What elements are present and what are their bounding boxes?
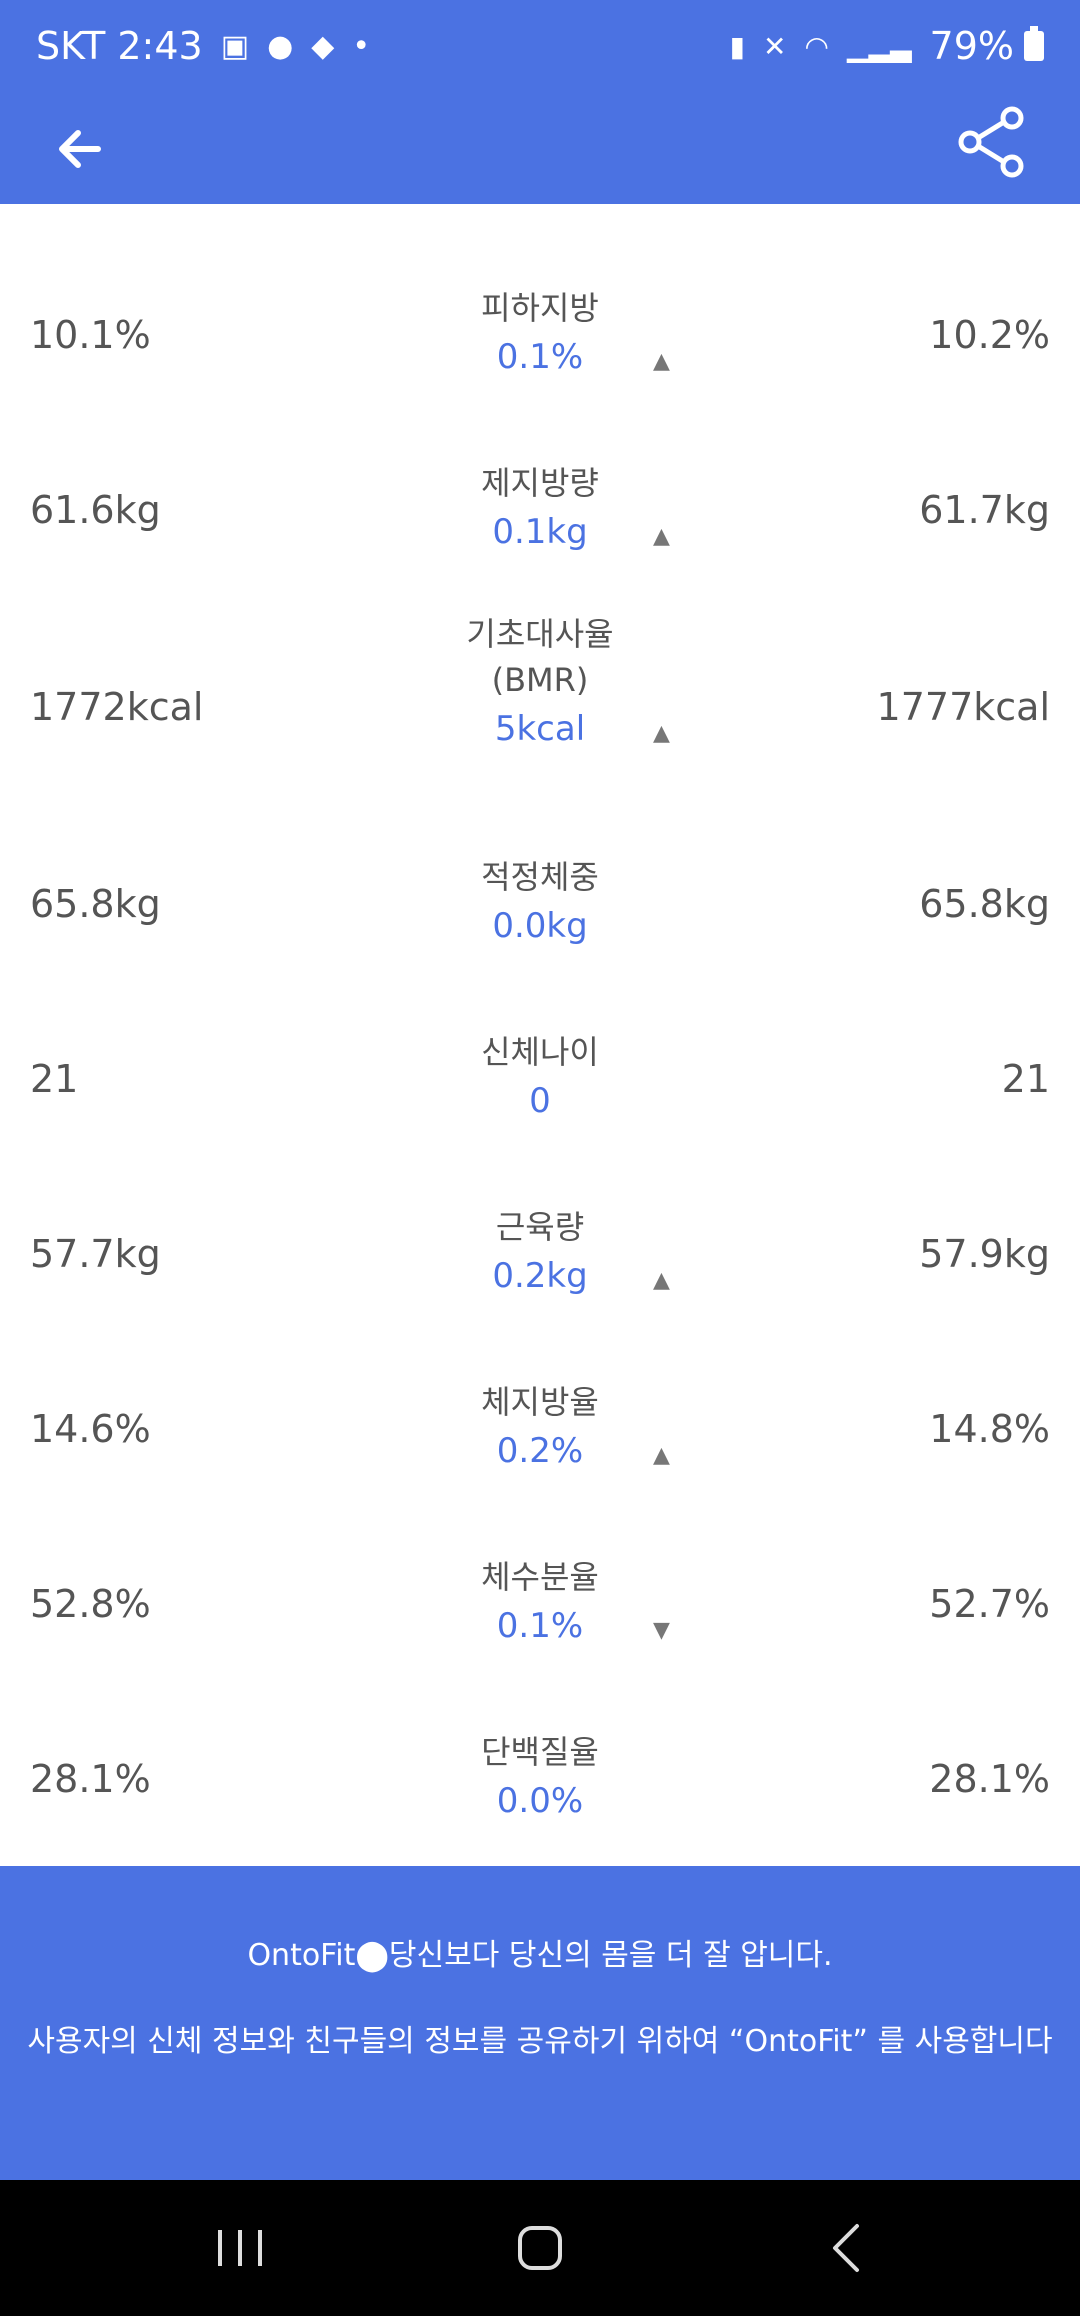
metric-label-line: 적정체중 [481,858,599,896]
arrow-left-icon [59,130,101,168]
previous-value: 65.8kg [30,882,161,926]
metric-label: 체지방율 [340,1379,740,1425]
difference-value: 0.0% [496,1781,584,1821]
dot-icon: • [352,28,371,64]
current-value: 28.1% [929,1757,1050,1801]
signal-icon: ▁▂▃ [846,29,912,63]
metric-label-line: 단백질율 [481,1733,599,1771]
chat-icon: ◆ [311,28,335,64]
status-bar: SKT 2:43 ▣ ● ◆ • ▮ ✕ ◠ ▁▂▃ 79% [0,0,1080,100]
increase-arrow-icon: ▲ [653,524,670,549]
share-button[interactable] [952,104,1032,184]
back-nav-button[interactable] [805,2216,885,2280]
navigation-bar [0,2180,1080,2316]
difference-value: 0.1% [496,1606,584,1646]
metric-label: 제지방량 [340,460,740,506]
metric-label: 피하지방 [340,285,740,331]
status-left: SKT 2:43 ▣ ● ◆ • [36,24,370,68]
footer-tagline: OntoFit⬤당신보다 당신의 몸을 더 잘 압니다. [247,1938,833,1973]
metric-label-line: 피하지방 [481,289,599,327]
current-value: 14.8% [929,1407,1050,1451]
previous-value: 10.1% [30,313,151,357]
metric-label-line: 신체나이 [481,1033,599,1071]
increase-arrow-icon: ▲ [653,1443,670,1468]
previous-value: 21 [30,1057,79,1101]
metric-label-line: 체지방율 [481,1383,599,1421]
previous-value: 14.6% [30,1407,151,1451]
status-right: ▮ ✕ ◠ ▁▂▃ 79% [730,24,1044,68]
previous-value: 1772kcal [30,685,204,729]
difference-value: 5kcal [494,709,586,749]
previous-value: 28.1% [30,1757,151,1801]
footer-banner: OntoFit⬤당신보다 당신의 몸을 더 잘 압니다. 사용자의 신체 정보와… [0,1866,1080,2180]
increase-arrow-icon: ▲ [653,721,670,746]
gallery-icon: ▣ [220,28,250,64]
increase-arrow-icon: ▲ [653,1268,670,1293]
decrease-arrow-icon: ▼ [653,1618,670,1643]
battery-icon [1024,26,1044,61]
talk-icon: ● [267,28,294,64]
increase-arrow-icon: ▲ [653,349,670,374]
home-button[interactable] [500,2216,580,2280]
metric-label: 근육량 [340,1204,740,1250]
current-value: 1777kcal [876,685,1050,729]
battery-saver-icon: ▮ [729,29,746,63]
battery-percent: 79% [929,24,1014,68]
back-icon [833,2224,859,2272]
recent-apps-icon [218,2230,262,2266]
metric-label: 체수분율 [340,1554,740,1600]
previous-value: 61.6kg [30,488,161,532]
difference-value: 0.2% [496,1431,584,1471]
previous-value: 57.7kg [30,1232,161,1276]
metric-label: 적정체중 [340,854,740,900]
current-value: 52.7% [929,1582,1050,1626]
metric-label-line: 제지방량 [481,464,599,502]
current-value: 61.7kg [919,488,1050,532]
metric-label: 기초대사율 (BMR) [340,611,740,703]
current-value: 21 [1001,1057,1050,1101]
footer-description: 사용자의 신체 정보와 친구들의 정보를 공유하기 위하여 “OntoFit” … [27,2024,1053,2059]
difference-value: 0.1kg [492,512,588,552]
wifi-icon: ◠ [804,29,829,63]
share-icon [958,106,1024,178]
difference-value: 0 [529,1081,551,1121]
metric-label: 단백질율 [340,1729,740,1775]
metric-label-line: 체수분율 [481,1558,599,1596]
metric-label-line: 근육량 [495,1208,585,1246]
recent-apps-button[interactable] [200,2216,280,2280]
carrier-time: SKT 2:43 [36,24,203,68]
difference-value: 0.2kg [492,1256,588,1296]
back-button[interactable] [48,114,118,184]
app-bar [0,100,1080,204]
metric-label-line: (BMR) [491,661,589,699]
metric-label: 신체나이 [340,1029,740,1075]
current-value: 65.8kg [919,882,1050,926]
difference-value: 0.1% [496,337,584,377]
previous-value: 52.8% [30,1582,151,1626]
current-value: 57.9kg [919,1232,1050,1276]
mute-icon: ✕ [763,29,787,63]
home-icon [518,2226,562,2270]
difference-value: 0.0kg [492,906,588,946]
metric-label-line: 기초대사율 [466,615,614,653]
current-value: 10.2% [929,313,1050,357]
